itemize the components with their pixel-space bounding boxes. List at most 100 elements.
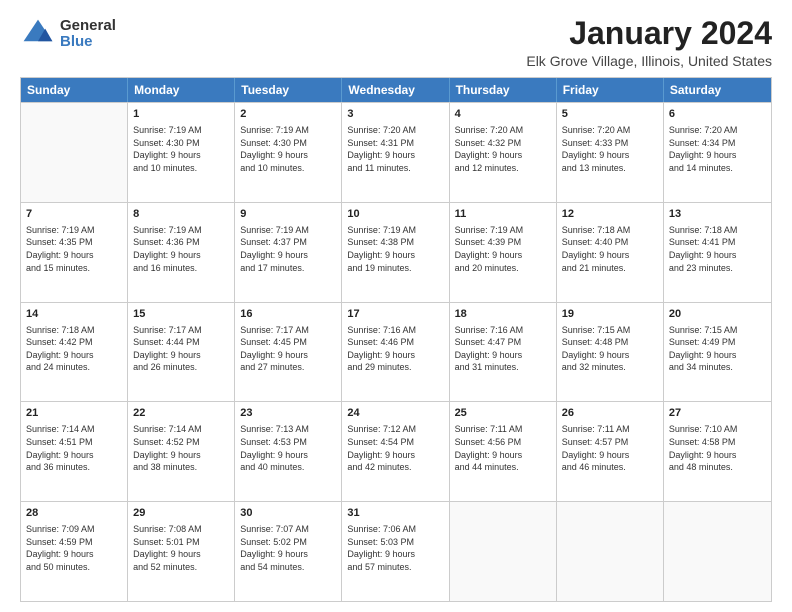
calendar-header-cell: Wednesday [342, 78, 449, 102]
day-content: Sunrise: 7:20 AM Sunset: 4:34 PM Dayligh… [669, 124, 766, 174]
calendar-header-cell: Tuesday [235, 78, 342, 102]
day-number: 14 [26, 307, 122, 322]
day-number: 10 [347, 207, 443, 222]
calendar-cell: 23 Sunrise: 7:13 AM Sunset: 4:53 PM Dayli… [235, 402, 342, 501]
calendar-cell: 2 Sunrise: 7:19 AM Sunset: 4:30 PM Daylig… [235, 103, 342, 202]
calendar-header: SundayMondayTuesdayWednesdayThursdayFrid… [21, 78, 771, 102]
day-content: Sunrise: 7:18 AM Sunset: 4:40 PM Dayligh… [562, 224, 658, 274]
day-content: Sunrise: 7:14 AM Sunset: 4:52 PM Dayligh… [133, 423, 229, 473]
calendar-cell: 7 Sunrise: 7:19 AM Sunset: 4:35 PM Daylig… [21, 203, 128, 302]
calendar-cell: 28 Sunrise: 7:09 AM Sunset: 4:59 PM Dayli… [21, 502, 128, 601]
day-number: 27 [669, 406, 766, 421]
calendar-row: 14 Sunrise: 7:18 AM Sunset: 4:42 PM Dayli… [21, 302, 771, 402]
calendar-cell [450, 502, 557, 601]
calendar-cell: 20Sunrise: 7:15 AM Sunset: 4:49 PM Dayli… [664, 303, 771, 402]
day-number: 9 [240, 207, 336, 222]
day-content: Sunrise: 7:19 AM Sunset: 4:39 PM Dayligh… [455, 224, 551, 274]
calendar-header-cell: Thursday [450, 78, 557, 102]
day-content: Sunrise: 7:12 AM Sunset: 4:54 PM Dayligh… [347, 423, 443, 473]
day-content: Sunrise: 7:07 AM Sunset: 5:02 PM Dayligh… [240, 523, 336, 573]
day-number: 8 [133, 207, 229, 222]
logo: General Blue [20, 16, 116, 52]
day-number: 17 [347, 307, 443, 322]
day-number: 1 [133, 107, 229, 122]
calendar-header-cell: Friday [557, 78, 664, 102]
calendar-cell: 31Sunrise: 7:06 AM Sunset: 5:03 PM Dayli… [342, 502, 449, 601]
calendar-cell [557, 502, 664, 601]
page: General Blue January 2024 Elk Grove Vill… [0, 0, 792, 612]
day-number: 28 [26, 506, 122, 521]
calendar-row: 7 Sunrise: 7:19 AM Sunset: 4:35 PM Daylig… [21, 202, 771, 302]
day-content: Sunrise: 7:11 AM Sunset: 4:56 PM Dayligh… [455, 423, 551, 473]
day-number: 16 [240, 307, 336, 322]
calendar: SundayMondayTuesdayWednesdayThursdayFrid… [20, 77, 772, 602]
calendar-cell: 13 Sunrise: 7:18 AM Sunset: 4:41 PM Dayli… [664, 203, 771, 302]
day-number: 2 [240, 107, 336, 122]
calendar-cell [21, 103, 128, 202]
calendar-cell: 25 Sunrise: 7:11 AM Sunset: 4:56 PM Dayli… [450, 402, 557, 501]
day-content: Sunrise: 7:17 AM Sunset: 4:44 PM Dayligh… [133, 324, 229, 374]
day-content: Sunrise: 7:20 AM Sunset: 4:32 PM Dayligh… [455, 124, 551, 174]
day-number: 5 [562, 107, 658, 122]
calendar-cell: 18Sunrise: 7:16 AM Sunset: 4:47 PM Dayli… [450, 303, 557, 402]
calendar-body: 1 Sunrise: 7:19 AM Sunset: 4:30 PM Daylig… [21, 102, 771, 601]
calendar-cell: 15 Sunrise: 7:17 AM Sunset: 4:44 PM Dayli… [128, 303, 235, 402]
title-block: January 2024 Elk Grove Village, Illinois… [526, 16, 772, 69]
calendar-cell: 1Sunrise: 7:19 AM Sunset: 4:30 PM Daylig… [128, 103, 235, 202]
day-number: 11 [455, 207, 551, 222]
day-content: Sunrise: 7:13 AM Sunset: 4:53 PM Dayligh… [240, 423, 336, 473]
calendar-header-cell: Monday [128, 78, 235, 102]
calendar-cell: 26 Sunrise: 7:11 AM Sunset: 4:57 PM Dayli… [557, 402, 664, 501]
day-number: 13 [669, 207, 766, 222]
calendar-row: 21Sunrise: 7:14 AM Sunset: 4:51 PM Dayli… [21, 401, 771, 501]
day-number: 6 [669, 107, 766, 122]
header: General Blue January 2024 Elk Grove Vill… [20, 16, 772, 69]
calendar-cell: 11 Sunrise: 7:19 AM Sunset: 4:39 PM Dayli… [450, 203, 557, 302]
day-content: Sunrise: 7:18 AM Sunset: 4:41 PM Dayligh… [669, 224, 766, 274]
day-number: 7 [26, 207, 122, 222]
calendar-cell: 4Sunrise: 7:20 AM Sunset: 4:32 PM Daylig… [450, 103, 557, 202]
calendar-cell: 6 Sunrise: 7:20 AM Sunset: 4:34 PM Daylig… [664, 103, 771, 202]
day-number: 20 [669, 307, 766, 322]
calendar-cell: 14 Sunrise: 7:18 AM Sunset: 4:42 PM Dayli… [21, 303, 128, 402]
calendar-cell: 19 Sunrise: 7:15 AM Sunset: 4:48 PM Dayli… [557, 303, 664, 402]
calendar-cell: 24Sunrise: 7:12 AM Sunset: 4:54 PM Dayli… [342, 402, 449, 501]
main-title: January 2024 [526, 16, 772, 51]
day-content: Sunrise: 7:16 AM Sunset: 4:46 PM Dayligh… [347, 324, 443, 374]
day-number: 26 [562, 406, 658, 421]
logo-icon [20, 16, 56, 52]
day-content: Sunrise: 7:20 AM Sunset: 4:31 PM Dayligh… [347, 124, 443, 174]
day-number: 31 [347, 506, 443, 521]
day-content: Sunrise: 7:15 AM Sunset: 4:48 PM Dayligh… [562, 324, 658, 374]
logo-text: General Blue [60, 18, 116, 51]
calendar-cell: 30Sunrise: 7:07 AM Sunset: 5:02 PM Dayli… [235, 502, 342, 601]
calendar-cell: 27 Sunrise: 7:10 AM Sunset: 4:58 PM Dayli… [664, 402, 771, 501]
calendar-row: 1 Sunrise: 7:19 AM Sunset: 4:30 PM Daylig… [21, 102, 771, 202]
day-content: Sunrise: 7:19 AM Sunset: 4:37 PM Dayligh… [240, 224, 336, 274]
day-number: 18 [455, 307, 551, 322]
day-number: 15 [133, 307, 229, 322]
day-number: 19 [562, 307, 658, 322]
calendar-cell: 10Sunrise: 7:19 AM Sunset: 4:38 PM Dayli… [342, 203, 449, 302]
calendar-cell: 21Sunrise: 7:14 AM Sunset: 4:51 PM Dayli… [21, 402, 128, 501]
day-content: Sunrise: 7:19 AM Sunset: 4:35 PM Dayligh… [26, 224, 122, 274]
calendar-cell: 3Sunrise: 7:20 AM Sunset: 4:31 PM Daylig… [342, 103, 449, 202]
calendar-cell: 12 Sunrise: 7:18 AM Sunset: 4:40 PM Dayli… [557, 203, 664, 302]
calendar-cell: 17 Sunrise: 7:16 AM Sunset: 4:46 PM Dayli… [342, 303, 449, 402]
day-content: Sunrise: 7:20 AM Sunset: 4:33 PM Dayligh… [562, 124, 658, 174]
day-number: 29 [133, 506, 229, 521]
day-number: 21 [26, 406, 122, 421]
calendar-header-cell: Saturday [664, 78, 771, 102]
day-content: Sunrise: 7:19 AM Sunset: 4:36 PM Dayligh… [133, 224, 229, 274]
calendar-row: 28 Sunrise: 7:09 AM Sunset: 4:59 PM Dayli… [21, 501, 771, 601]
calendar-cell: 29Sunrise: 7:08 AM Sunset: 5:01 PM Dayli… [128, 502, 235, 601]
day-content: Sunrise: 7:18 AM Sunset: 4:42 PM Dayligh… [26, 324, 122, 374]
day-content: Sunrise: 7:11 AM Sunset: 4:57 PM Dayligh… [562, 423, 658, 473]
calendar-header-cell: Sunday [21, 78, 128, 102]
day-number: 25 [455, 406, 551, 421]
day-content: Sunrise: 7:19 AM Sunset: 4:30 PM Dayligh… [240, 124, 336, 174]
day-content: Sunrise: 7:10 AM Sunset: 4:58 PM Dayligh… [669, 423, 766, 473]
day-number: 12 [562, 207, 658, 222]
day-number: 23 [240, 406, 336, 421]
day-content: Sunrise: 7:09 AM Sunset: 4:59 PM Dayligh… [26, 523, 122, 573]
